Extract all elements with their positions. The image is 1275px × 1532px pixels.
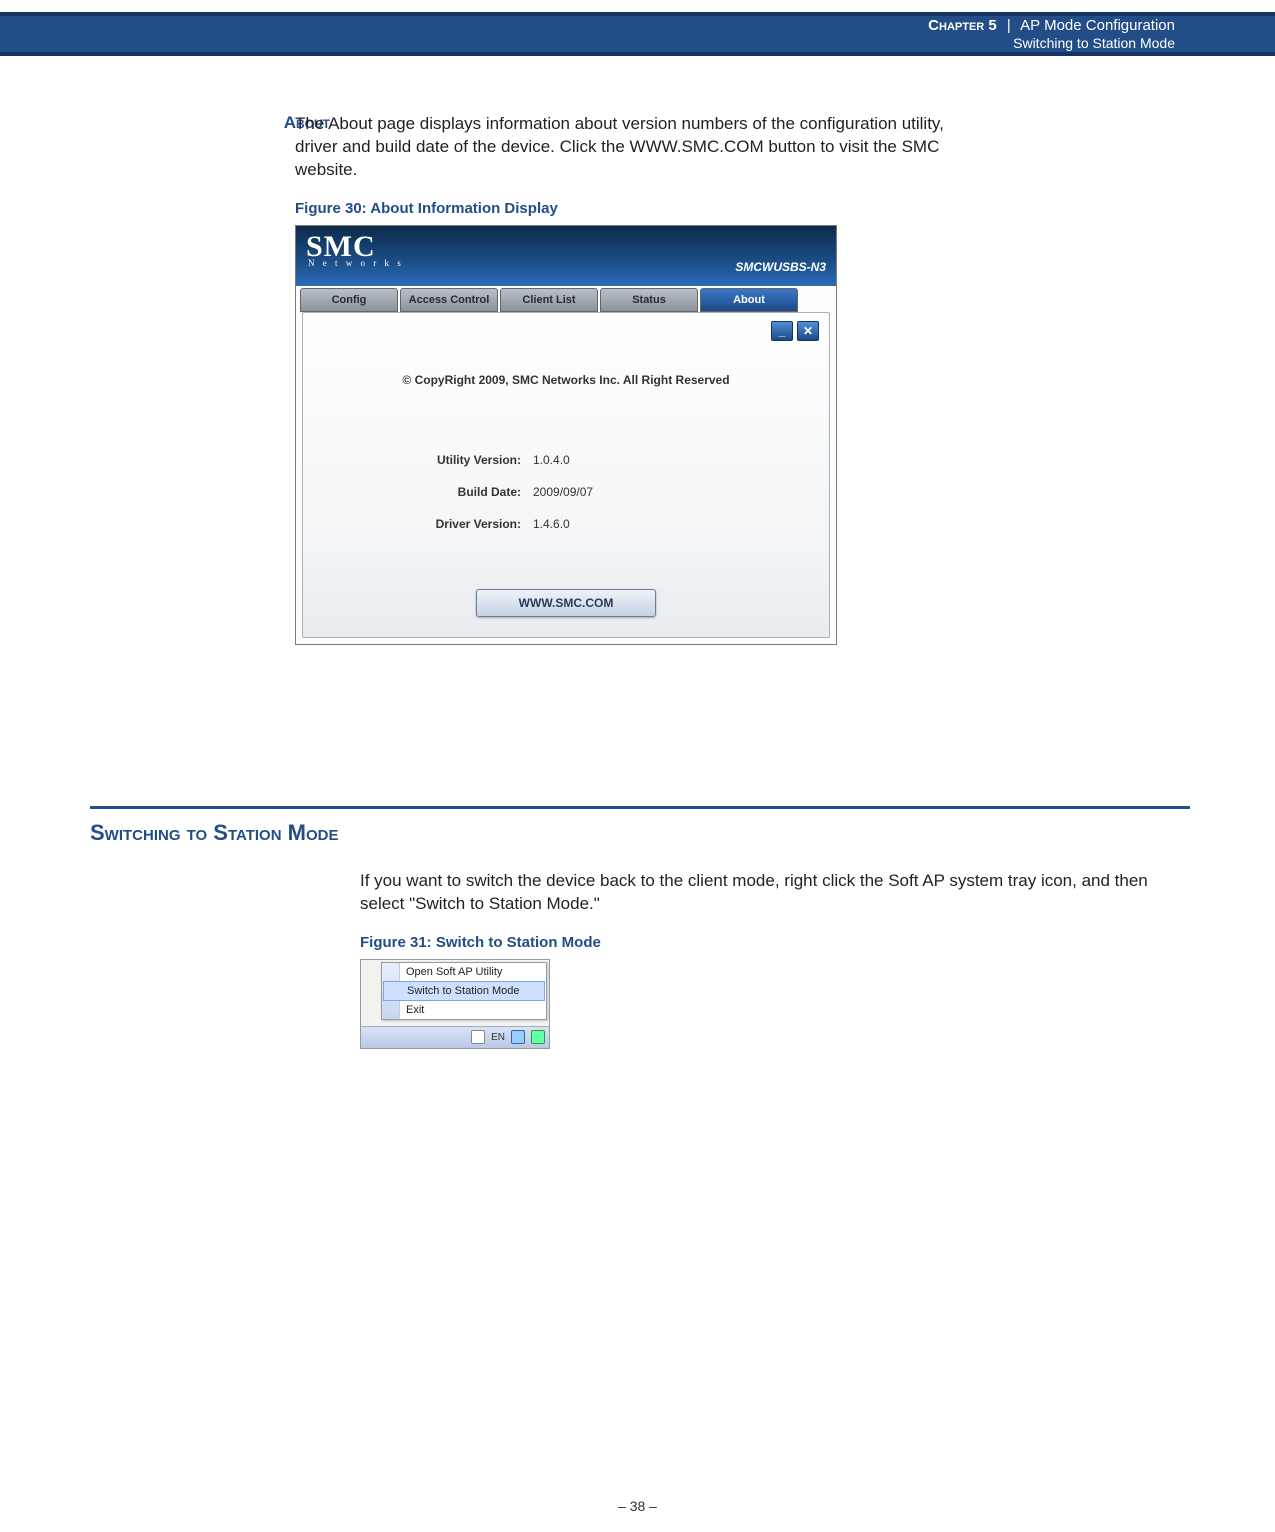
- build-date-value: 2009/09/07: [533, 485, 633, 499]
- app-header: SMC N e t w o r k s SMCWUSBS-N3: [296, 226, 836, 286]
- page-header-bar: Chapter 5 | AP Mode Configuration Switch…: [0, 12, 1275, 56]
- close-button[interactable]: ✕: [797, 321, 819, 341]
- driver-version-label: Driver Version:: [413, 517, 533, 531]
- figure-31-caption: Figure 31: Switch to Station Mode: [360, 934, 1180, 951]
- menu-open-soft-ap[interactable]: Open Soft AP Utility: [382, 963, 546, 981]
- driver-version-value: 1.4.6.0: [533, 517, 633, 531]
- context-menu: Open Soft AP Utility Switch to Station M…: [381, 962, 547, 1020]
- row-utility-version: Utility Version: 1.0.4.0: [413, 453, 633, 467]
- header-subtitle: Switching to Station Mode: [928, 35, 1175, 52]
- tray-icon[interactable]: [511, 1030, 525, 1044]
- switching-heading: Switching to Station Mode: [90, 820, 339, 846]
- copyright-text: © CopyRight 2009, SMC Networks Inc. All …: [303, 373, 829, 387]
- tab-config[interactable]: Config: [300, 288, 398, 312]
- tray-icon[interactable]: [531, 1030, 545, 1044]
- menu-exit[interactable]: Exit: [382, 1001, 546, 1019]
- about-section: The About page displays information abou…: [295, 113, 1170, 645]
- build-date-label: Build Date:: [413, 485, 533, 499]
- menu-switch-station-mode[interactable]: Switch to Station Mode: [383, 981, 545, 1001]
- header-title: AP Mode Configuration: [1020, 17, 1175, 34]
- figure-30-caption: Figure 30: About Information Display: [295, 200, 1170, 217]
- www-smc-com-button[interactable]: WWW.SMC.COM: [476, 589, 656, 617]
- tray-lang: EN: [491, 1032, 505, 1043]
- page-number: – 38 –: [0, 1498, 1275, 1514]
- about-body-text: The About page displays information abou…: [295, 113, 955, 182]
- system-tray: EN: [361, 1026, 549, 1048]
- utility-version-label: Utility Version:: [413, 453, 533, 467]
- switching-section: If you want to switch the device back to…: [360, 870, 1180, 1049]
- header-pipe: |: [1007, 17, 1011, 34]
- window-controls: _ ✕: [771, 321, 819, 341]
- switching-body-text: If you want to switch the device back to…: [360, 870, 1160, 916]
- smc-logo-subtext: N e t w o r k s: [306, 258, 404, 268]
- tray-menu-screenshot: Open Soft AP Utility Switch to Station M…: [360, 959, 550, 1049]
- tab-client-list[interactable]: Client List: [500, 288, 598, 312]
- tray-icon[interactable]: [471, 1030, 485, 1044]
- about-panel: _ ✕ © CopyRight 2009, SMC Networks Inc. …: [302, 312, 830, 638]
- section-divider: [90, 806, 1190, 809]
- row-build-date: Build Date: 2009/09/07: [413, 485, 633, 499]
- utility-version-value: 1.0.4.0: [533, 453, 633, 467]
- header-right-block: Chapter 5 | AP Mode Configuration Switch…: [928, 17, 1175, 52]
- smc-logo: SMC N e t w o r k s: [306, 230, 404, 268]
- row-driver-version: Driver Version: 1.4.6.0: [413, 517, 633, 531]
- version-grid: Utility Version: 1.0.4.0 Build Date: 200…: [413, 453, 633, 549]
- tab-bar: Config Access Control Client List Status…: [300, 288, 798, 312]
- tab-access-control[interactable]: Access Control: [400, 288, 498, 312]
- about-screenshot: SMC N e t w o r k s SMCWUSBS-N3 Config A…: [295, 225, 837, 645]
- model-label: SMCWUSBS-N3: [735, 260, 826, 274]
- tab-status[interactable]: Status: [600, 288, 698, 312]
- chapter-label: Chapter 5: [928, 17, 997, 34]
- minimize-button[interactable]: _: [771, 321, 793, 341]
- tab-about[interactable]: About: [700, 288, 798, 312]
